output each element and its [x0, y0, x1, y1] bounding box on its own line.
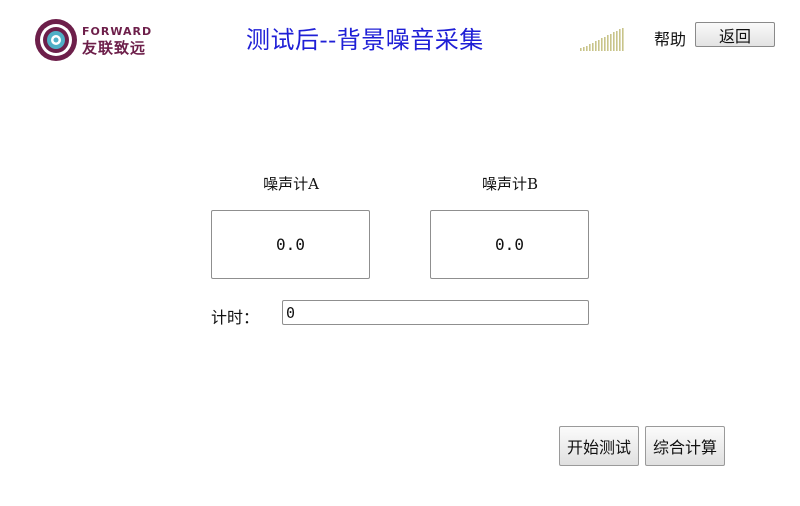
- comprehensive-calc-button[interactable]: 综合计算: [645, 426, 725, 466]
- timer-field[interactable]: [282, 300, 589, 325]
- start-test-button[interactable]: 开始测试: [559, 426, 639, 466]
- meter-a-value: 0.0: [276, 235, 305, 254]
- meter-b-display: 0.0: [430, 210, 589, 279]
- signal-strength-icon: [580, 27, 630, 51]
- timer-label: 计时：: [211, 308, 260, 327]
- meter-b-label: 噪声计B: [481, 175, 539, 193]
- page-title: 测试后--背景噪音采集: [246, 26, 484, 54]
- help-link[interactable]: 帮助: [654, 26, 686, 50]
- meter-a-label: 噪声计A: [263, 175, 319, 193]
- logo-text-cn: 友联致远: [82, 39, 147, 57]
- meter-b-value: 0.0: [495, 235, 524, 254]
- meter-a-display: 0.0: [211, 210, 370, 279]
- logo-emblem-icon: [35, 19, 77, 61]
- company-logo: FORWARD 友联致远: [34, 18, 164, 64]
- back-button[interactable]: 返回: [695, 22, 775, 47]
- app-window: FORWARD 友联致远 测试后--背景噪音采集 帮助 返回 噪声计A 0.0 …: [0, 0, 800, 506]
